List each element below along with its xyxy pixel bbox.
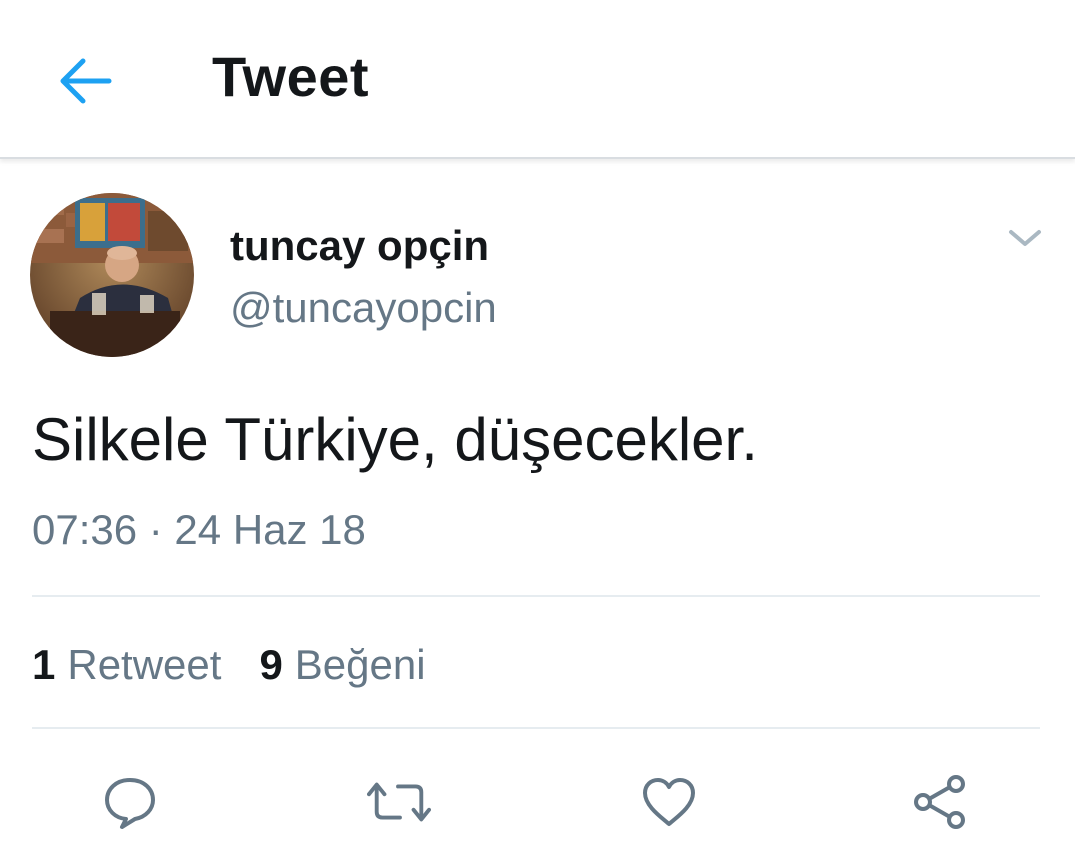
like-stat[interactable]: 9 Beğeni xyxy=(259,641,425,689)
author-display-name[interactable]: tuncay opçin xyxy=(230,222,489,270)
page-title: Tweet xyxy=(212,45,370,108)
share-icon xyxy=(914,775,965,829)
share-button[interactable] xyxy=(908,770,972,834)
top-bar: Tweet xyxy=(0,0,1075,159)
tweet-timestamp[interactable]: 07:36 · 24 Haz 18 xyxy=(32,506,366,554)
like-button[interactable] xyxy=(637,770,701,834)
like-count: 9 xyxy=(259,641,283,688)
chevron-down-icon xyxy=(1009,230,1041,246)
retweet-count: 1 xyxy=(32,641,56,688)
retweet-icon xyxy=(367,782,431,822)
avatar[interactable] xyxy=(30,193,194,357)
reply-icon xyxy=(105,778,155,829)
divider xyxy=(32,595,1040,597)
author-handle: @tuncayopcin xyxy=(230,284,497,331)
retweet-label: Retweet xyxy=(67,641,222,688)
reply-button[interactable] xyxy=(98,770,162,834)
tweet-stats: 1 Retweet 9 Beğeni xyxy=(32,641,464,689)
like-label: Beğeni xyxy=(294,641,426,688)
avatar-image xyxy=(30,193,194,357)
back-arrow-icon xyxy=(60,58,112,104)
heart-icon xyxy=(643,778,695,826)
retweet-stat[interactable]: 1 Retweet xyxy=(32,641,221,689)
divider xyxy=(32,727,1040,729)
retweet-button[interactable] xyxy=(367,770,431,834)
back-button[interactable] xyxy=(50,46,120,116)
tweet-text: Silkele Türkiye, düşecekler. xyxy=(32,406,758,473)
more-options-button[interactable] xyxy=(1000,218,1050,258)
